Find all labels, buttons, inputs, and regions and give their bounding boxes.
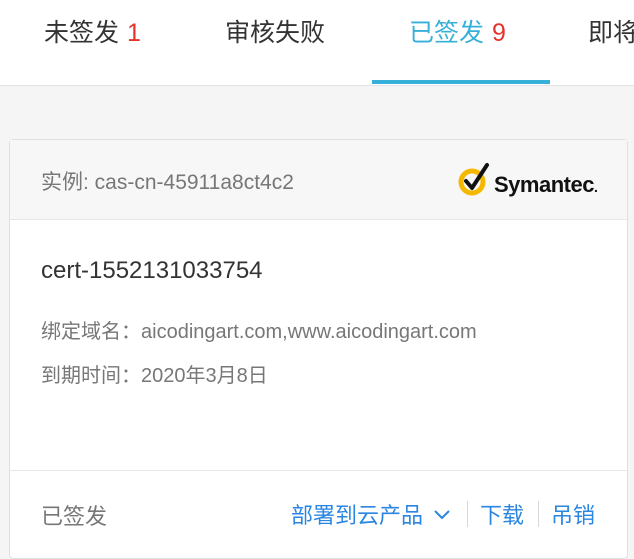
download-button[interactable]: 下载 — [480, 498, 524, 530]
tab-issued[interactable]: 已签发 9 — [409, 0, 506, 85]
tab-label: 审核失败 — [225, 19, 326, 47]
card-actions: 部署到云产品 下载 吊销 — [291, 499, 595, 529]
chevron-down-icon[interactable] — [433, 501, 451, 527]
expiry-date-value: 2020年3月8日 — [141, 365, 268, 387]
tab-review-failed[interactable]: 审核失败 — [225, 0, 325, 85]
brand-name: Symantec. — [494, 172, 598, 197]
tab-label: 已签发 — [409, 19, 485, 47]
status-text: 已签发 — [41, 504, 108, 529]
revoke-button[interactable]: 吊销 — [551, 498, 595, 530]
action-divider — [466, 501, 468, 527]
card-footer: 已签发 部署到云产品 下载 吊销 — [10, 470, 627, 558]
status-tab-bar: 未签发 1 审核失败 已签发 9 即将 — [0, 0, 634, 86]
bound-domains-label: 绑定域名： — [41, 321, 141, 343]
active-tab-indicator — [372, 80, 550, 84]
tab-unissued[interactable]: 未签发 1 — [44, 0, 141, 85]
certificate-name: cert-1552131033754 — [41, 257, 263, 284]
card-header: 实例: cas-cn-45911a8ct4c2 Symantec. — [10, 140, 627, 220]
tab-expiring[interactable]: 即将 — [588, 0, 634, 85]
bound-domains-value: aicodingart.com,www.aicodingart.com — [141, 321, 477, 343]
expiry-date: 到期时间：2020年3月8日 — [41, 359, 268, 388]
tab-label: 即将 — [588, 19, 634, 47]
bound-domains: 绑定域名：aicodingart.com,www.aicodingart.com — [41, 315, 477, 344]
tab-label: 未签发 — [44, 19, 120, 47]
instance-id: 实例: cas-cn-45911a8ct4c2 — [41, 171, 294, 194]
deploy-to-cloud-button[interactable]: 部署到云产品 — [291, 498, 423, 530]
tab-count: 1 — [127, 19, 141, 47]
checkmark-circle-icon — [458, 163, 489, 196]
tab-count: 9 — [492, 19, 506, 47]
certificate-card: 实例: cas-cn-45911a8ct4c2 Symantec. cert-1… — [9, 139, 628, 559]
expiry-date-label: 到期时间： — [41, 365, 141, 387]
action-divider — [537, 501, 539, 527]
